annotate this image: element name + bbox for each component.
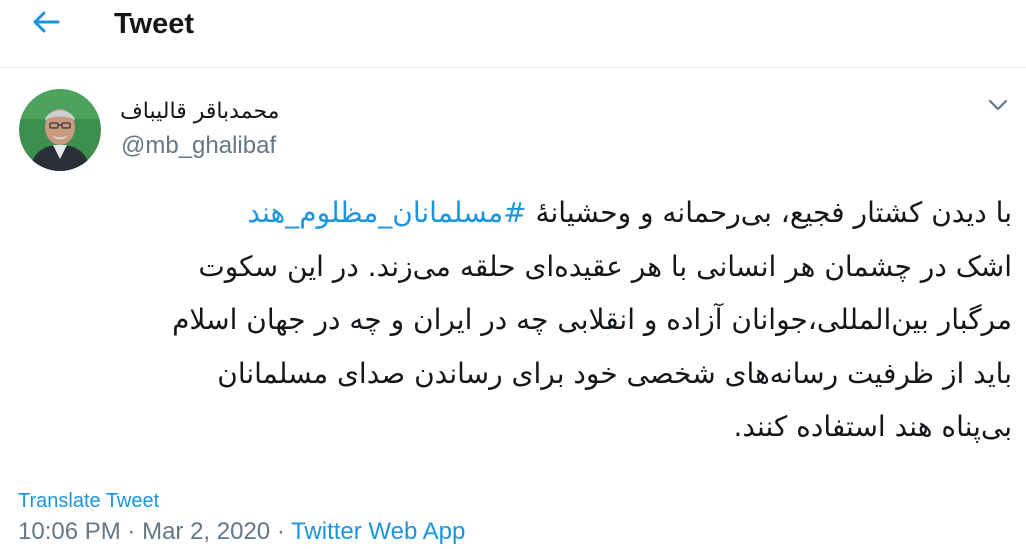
tweet-metadata: 10:06 PM · Mar 2, 2020 · Twitter Web App [18,518,465,546]
arrow-left-icon [30,6,62,43]
header: Tweet [0,0,1026,68]
more-options-button[interactable] [982,92,1014,122]
meta-separator: · [127,518,136,545]
tweet-line-1: با دیدن کشتار فجیع، بی‌رحمانه و وحشیانهٔ… [16,186,1012,240]
tweet-line-4: باید از ظرفیت رسانه‌های شخصی خود برای رس… [217,356,1012,390]
tweet-line-2: اشک در چشمان هر انسانی با هر عقیده‌ای حل… [198,249,1012,283]
hashtag-link[interactable]: #مسلمانان_مظلوم_هند [247,196,526,229]
tweet-page: Tweet محمدباقر قالیباف @mb_ghalibaf با د… [0,0,1026,549]
source-app-link[interactable]: Twitter Web App [291,518,465,545]
avatar[interactable] [19,89,101,171]
chevron-down-icon [988,98,1008,117]
tweet-line-5: بی‌پناه هند استفاده کنند. [733,410,1012,443]
back-button[interactable] [26,6,66,42]
tweet-time[interactable]: 10:06 PM [18,518,121,545]
tweet-date[interactable]: Mar 2, 2020 [142,518,270,545]
author-display-name[interactable]: محمدباقر قالیباف [120,97,320,127]
tweet-line-3: مرگبار بین‌المللی،جوانان آزاده و انقلابی… [172,303,1012,336]
author-handle[interactable]: @mb_ghalibaf [121,131,276,161]
meta-separator-2: · [276,518,285,545]
tweet-line-1-text: با دیدن کشتار فجیع، بی‌رحمانه و وحشیانهٔ [526,196,1012,229]
tweet-text: با دیدن کشتار فجیع، بی‌رحمانه و وحشیانهٔ… [16,186,1012,454]
page-title: Tweet [114,8,195,40]
translate-tweet-link[interactable]: Translate Tweet [18,488,159,514]
